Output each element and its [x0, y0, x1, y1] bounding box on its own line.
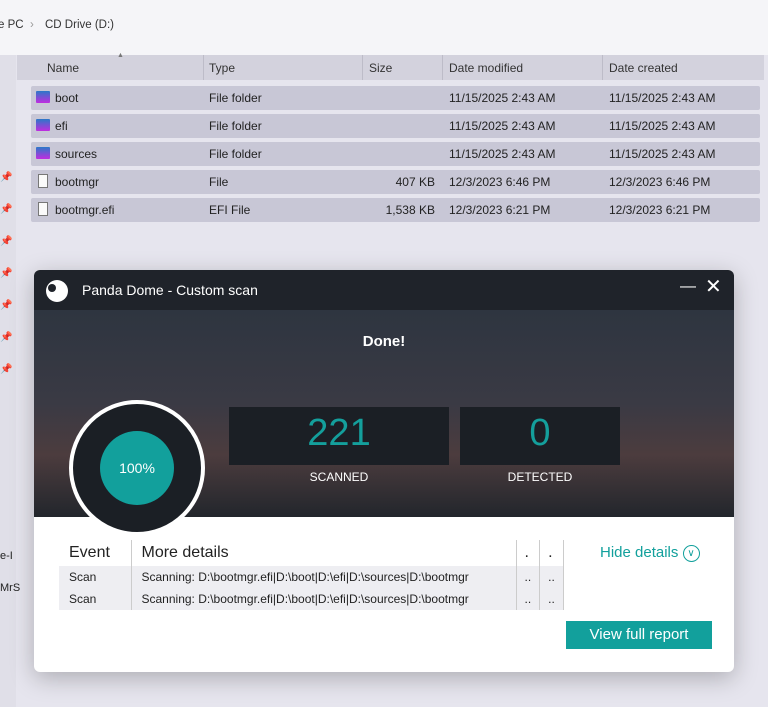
- column-date-modified[interactable]: Date modified: [449, 61, 523, 75]
- file-type: File: [209, 175, 229, 189]
- file-type: EFI File: [209, 203, 251, 217]
- file-row-boot[interactable]: boot File folder 11/15/2025 2:43 AM 11/15/2…: [31, 86, 760, 110]
- breadcrumb-separator: ›: [30, 19, 34, 31]
- nav-item-fragment[interactable]: e-I: [0, 550, 13, 562]
- scanned-count-box: 221: [229, 407, 449, 465]
- chevron-down-icon: ∨: [682, 544, 700, 562]
- pin-icon: 📌: [0, 204, 13, 215]
- breadcrumb-this-pc[interactable]: e PC: [0, 19, 24, 31]
- file-modified: 11/15/2025 2:43 AM: [449, 91, 556, 105]
- navigation-pane: 📌 📌 📌 📌 📌 📌 📌 e-I MrS: [0, 55, 20, 707]
- header-col3: .: [516, 540, 541, 566]
- file-icon: [38, 202, 48, 216]
- extra-cell: ..: [516, 588, 541, 610]
- file-name: bootmgr.efi: [55, 203, 115, 217]
- detected-label: DETECTED: [507, 470, 573, 484]
- detected-count-box: 0: [460, 407, 620, 465]
- file-modified: 11/15/2025 2:43 AM: [449, 119, 556, 133]
- column-size[interactable]: Size: [369, 61, 392, 75]
- column-date-created[interactable]: Date created: [609, 61, 678, 75]
- pin-icon: 📌: [0, 364, 13, 375]
- file-created: 12/3/2023 6:21 PM: [609, 203, 711, 217]
- panda-logo-icon: [46, 280, 68, 302]
- file-created: 12/3/2023 6:46 PM: [609, 175, 711, 189]
- nav-item-fragment[interactable]: MrS: [0, 582, 20, 594]
- file-icon: [38, 174, 48, 188]
- file-name: efi: [55, 119, 68, 133]
- pin-icon: 📌: [0, 332, 13, 343]
- extra-cell: ..: [516, 566, 541, 588]
- file-type: File folder: [209, 147, 262, 161]
- dialog-title: Panda Dome - Custom scan: [82, 282, 258, 298]
- file-created: 11/15/2025 2:43 AM: [609, 147, 716, 161]
- progress-ring: 100%: [69, 400, 205, 536]
- column-type[interactable]: Type: [209, 61, 235, 75]
- view-full-report-button[interactable]: View full report: [566, 621, 712, 649]
- file-row-bootmgr-efi[interactable]: bootmgr.efi EFI File 1,538 KB 12/3/2023 6:2…: [31, 198, 760, 222]
- file-name: bootmgr: [55, 175, 100, 189]
- header-event: Event: [59, 540, 132, 566]
- file-size: 407 KB: [395, 175, 435, 189]
- events-table: Event More details.. Scan Scanning: D:\boo…: [59, 540, 564, 610]
- panda-dome-scan-dialog: Panda Dome - Custom scan — ✕ Done! 221 0…: [34, 270, 734, 672]
- event-cell: Scan: [59, 588, 132, 610]
- file-name: sources: [55, 147, 98, 161]
- breadcrumb-cd-drive[interactable]: CD Drive (D:): [45, 19, 114, 31]
- close-button[interactable]: ✕: [705, 277, 722, 297]
- table-row[interactable]: Scan Scanning: D:\bootmgr.efi|D:\boot|D:\…: [59, 566, 564, 588]
- details-cell: Scanning: D:\bootmgr.efi|D:\boot|D:\efi|…: [131, 566, 517, 588]
- pin-icon: 📌: [0, 300, 13, 311]
- header-col4: .: [539, 540, 564, 566]
- extra-cell: ..: [539, 566, 564, 588]
- scan-status-banner: Done! 221 0 SCANNED DETECTED 100%: [34, 310, 734, 536]
- file-modified: 11/15/2025 2:43 AM: [449, 147, 556, 161]
- pin-icon: 📌: [0, 172, 13, 183]
- minimize-button[interactable]: —: [680, 278, 696, 296]
- progress-percent: 100%: [100, 431, 174, 505]
- scanned-count: 221: [307, 412, 371, 454]
- column-header-row: Name ▲ Type Size Date modified Date crea…: [17, 52, 764, 80]
- folder-icon: [36, 91, 50, 103]
- file-type: File folder: [209, 91, 262, 105]
- file-row-bootmgr[interactable]: bootmgr File 407 KB 12/3/2023 6:46 PM 12/3/2…: [31, 170, 760, 194]
- file-size: 1,538 KB: [385, 203, 435, 217]
- header-more-details: More details: [131, 540, 517, 566]
- folder-icon: [36, 119, 50, 131]
- file-type: File folder: [209, 119, 262, 133]
- extra-cell: ..: [539, 588, 564, 610]
- file-name: boot: [55, 91, 79, 105]
- file-row-efi[interactable]: efi File folder 11/15/2025 2:43 AM 11/15/20…: [31, 114, 760, 138]
- hide-details-link[interactable]: Hide details ∨: [600, 544, 700, 562]
- pin-icon: 📌: [0, 236, 13, 247]
- file-modified: 12/3/2023 6:21 PM: [449, 203, 551, 217]
- hide-details-label: Hide details: [600, 544, 679, 561]
- event-cell: Scan: [59, 566, 132, 588]
- file-row-sources[interactable]: sources File folder 11/15/2025 2:43 AM 11/1…: [31, 142, 760, 166]
- file-created: 11/15/2025 2:43 AM: [609, 119, 716, 133]
- details-cell: Scanning: D:\bootmgr.efi|D:\boot|D:\efi|…: [131, 588, 517, 610]
- column-name[interactable]: Name: [47, 61, 79, 75]
- folder-icon: [36, 147, 50, 159]
- sort-ascending-icon: ▲: [117, 52, 124, 59]
- table-row[interactable]: Scan Scanning: D:\bootmgr.efi|D:\boot|D:\…: [59, 588, 564, 610]
- explorer-address-bar: e PC › CD Drive (D:): [0, 0, 768, 55]
- scanned-label: SCANNED: [309, 470, 369, 484]
- file-created: 11/15/2025 2:43 AM: [609, 91, 716, 105]
- scan-status: Done!: [362, 333, 406, 350]
- detected-count: 0: [529, 412, 551, 454]
- file-modified: 12/3/2023 6:46 PM: [449, 175, 551, 189]
- dialog-title-bar: Panda Dome - Custom scan — ✕: [34, 270, 734, 310]
- pin-icon: 📌: [0, 268, 13, 279]
